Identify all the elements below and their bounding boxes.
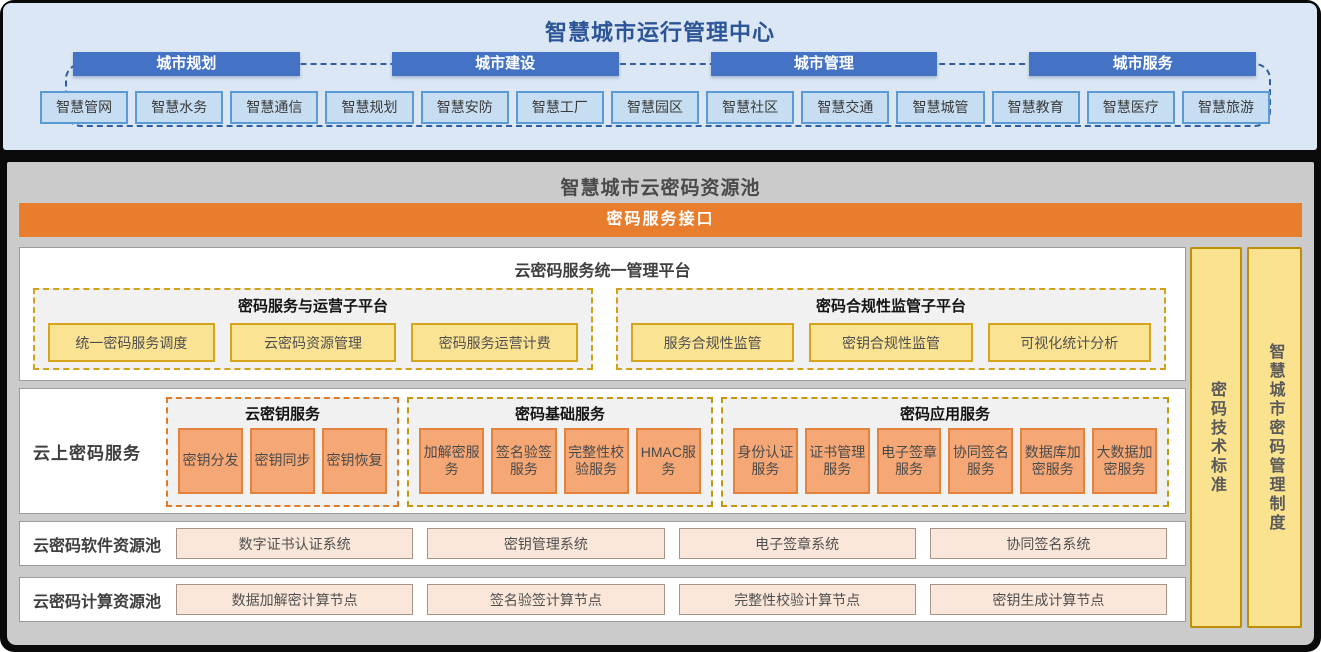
category-header: 城市建设 (392, 52, 619, 76)
compute-pool-label: 云密码计算资源池 (33, 578, 161, 621)
service-box: 密钥分发 (178, 428, 243, 494)
group-title: 密码应用服务 (723, 403, 1167, 424)
service-box: 证书管理服务 (805, 428, 870, 494)
category-row: 城市规划 城市建设 城市管理 城市服务 (73, 52, 1256, 76)
service-box: 完整性校验服务 (564, 428, 629, 494)
service-box: HMAC服务 (636, 428, 701, 494)
crypto-pool-title: 智慧城市云密码资源池 (7, 173, 1314, 200)
basic-crypto-service-group: 密码基础服务 加解密服务 签名验签服务 完整性校验服务 HMAC服务 (407, 397, 713, 507)
management-platform-panel: 云密码服务统一管理平台 密码服务与运营子平台 统一密码服务调度 云密码资源管理 … (19, 247, 1186, 381)
service-operation-subplatform: 密码服务与运营子平台 统一密码服务调度 云密码资源管理 密码服务运营计费 (33, 288, 593, 370)
service-box: 数据库加密服务 (1020, 428, 1085, 494)
subplatform-items: 服务合规性监管 密钥合规性监管 可视化统计分析 (631, 323, 1151, 362)
cloud-crypto-services-panel: 云上密码服务 云密钥服务 密钥分发 密钥同步 密钥恢复 密码基础服务 加解密服 (19, 388, 1186, 514)
cloud-key-service-group: 云密钥服务 密钥分发 密钥同步 密钥恢复 (166, 397, 399, 507)
app-box: 智慧旅游 (1182, 91, 1270, 124)
function-box: 统一密码服务调度 (48, 323, 215, 362)
function-box: 密码服务运营计费 (411, 323, 578, 362)
service-box: 电子签章服务 (877, 428, 942, 494)
category-header: 城市服务 (1029, 52, 1256, 76)
app-box: 智慧管网 (40, 91, 128, 124)
app-box: 智慧医疗 (1087, 91, 1175, 124)
smart-city-diagram: 智慧城市运行管理中心 城市规划 城市建设 城市管理 城市服务 智慧管网 智慧水务… (0, 0, 1321, 652)
city-center-title: 智慧城市运行管理中心 (3, 15, 1317, 47)
group-items: 加解密服务 签名验签服务 完整性校验服务 HMAC服务 (419, 428, 701, 494)
function-box: 密钥合规性监管 (809, 323, 972, 362)
cloud-crypto-services-label: 云上密码服务 (33, 389, 165, 513)
group-title: 云密钥服务 (168, 403, 397, 424)
management-subpanel-row: 密码服务与运营子平台 统一密码服务调度 云密码资源管理 密码服务运营计费 密码合… (33, 288, 1166, 370)
crypto-pool-panel: 智慧城市云密码资源池 密码服务接口 云密码服务统一管理平台 密码服务与运营子平台… (7, 162, 1314, 645)
service-box: 大数据加密服务 (1092, 428, 1157, 494)
pool-content: 云密码服务统一管理平台 密码服务与运营子平台 统一密码服务调度 云密码资源管理 … (19, 247, 1302, 631)
function-box: 服务合规性监管 (631, 323, 794, 362)
app-box: 智慧安防 (421, 91, 509, 124)
app-box: 智慧规划 (325, 91, 413, 124)
subplatform-title: 密码服务与运营子平台 (35, 295, 591, 316)
compute-pool-items: 数据加解密计算节点 签名验签计算节点 完整性校验计算节点 密钥生成计算节点 (176, 584, 1167, 615)
app-box: 智慧工厂 (516, 91, 604, 124)
subplatform-items: 统一密码服务调度 云密码资源管理 密码服务运营计费 (48, 323, 578, 362)
app-box: 智慧园区 (611, 91, 699, 124)
city-center-panel: 智慧城市运行管理中心 城市规划 城市建设 城市管理 城市服务 智慧管网 智慧水务… (3, 3, 1317, 150)
app-box: 智慧通信 (230, 91, 318, 124)
service-box: 签名验签服务 (491, 428, 556, 494)
app-box: 智慧教育 (992, 91, 1080, 124)
management-platform-title: 云密码服务统一管理平台 (20, 257, 1185, 281)
app-box: 智慧城管 (896, 91, 984, 124)
subplatform-title: 密码合规性监管子平台 (618, 295, 1164, 316)
crypto-management-regulation-bar: 智慧城市密码管理制度 (1247, 247, 1302, 628)
service-box: 密钥同步 (250, 428, 315, 494)
system-box: 电子签章系统 (679, 528, 916, 559)
group-items: 身份认证服务 证书管理服务 电子签章服务 协同签名服务 数据库加密服务 大数据加… (733, 428, 1157, 494)
category-header: 城市管理 (711, 52, 938, 76)
compute-node-box: 签名验签计算节点 (427, 584, 664, 615)
compute-node-box: 密钥生成计算节点 (930, 584, 1167, 615)
category-header: 城市规划 (73, 52, 300, 76)
crypto-service-interface-bar: 密码服务接口 (19, 203, 1302, 237)
service-box: 协同签名服务 (948, 428, 1013, 494)
compute-pool-panel: 云密码计算资源池 数据加解密计算节点 签名验签计算节点 完整性校验计算节点 密钥… (19, 577, 1186, 622)
software-pool-label: 云密码软件资源池 (33, 522, 161, 565)
software-pool-items: 数字证书认证系统 密钥管理系统 电子签章系统 协同签名系统 (176, 528, 1167, 559)
app-box: 智慧社区 (706, 91, 794, 124)
group-title: 密码基础服务 (409, 403, 711, 424)
system-box: 协同签名系统 (930, 528, 1167, 559)
function-box: 云密码资源管理 (230, 323, 397, 362)
crypto-tech-standard-bar: 密码技术标准 (1190, 247, 1242, 628)
function-box: 可视化统计分析 (988, 323, 1151, 362)
service-box: 加解密服务 (419, 428, 484, 494)
system-box: 数字证书认证系统 (176, 528, 413, 559)
compliance-supervision-subplatform: 密码合规性监管子平台 服务合规性监管 密钥合规性监管 可视化统计分析 (616, 288, 1166, 370)
service-box: 身份认证服务 (733, 428, 798, 494)
system-box: 密钥管理系统 (427, 528, 664, 559)
compute-node-box: 完整性校验计算节点 (679, 584, 916, 615)
software-pool-panel: 云密码软件资源池 数字证书认证系统 密钥管理系统 电子签章系统 协同签名系统 (19, 521, 1186, 566)
compute-node-box: 数据加解密计算节点 (176, 584, 413, 615)
app-row: 智慧管网 智慧水务 智慧通信 智慧规划 智慧安防 智慧工厂 智慧园区 智慧社区 … (40, 91, 1270, 124)
app-box: 智慧交通 (801, 91, 889, 124)
service-box: 密钥恢复 (322, 428, 387, 494)
group-items: 密钥分发 密钥同步 密钥恢复 (178, 428, 387, 494)
app-box: 智慧水务 (135, 91, 223, 124)
crypto-application-service-group: 密码应用服务 身份认证服务 证书管理服务 电子签章服务 协同签名服务 数据库加密… (721, 397, 1169, 507)
service-groups: 云密钥服务 密钥分发 密钥同步 密钥恢复 密码基础服务 加解密服务 签名验签服务… (166, 397, 1169, 507)
